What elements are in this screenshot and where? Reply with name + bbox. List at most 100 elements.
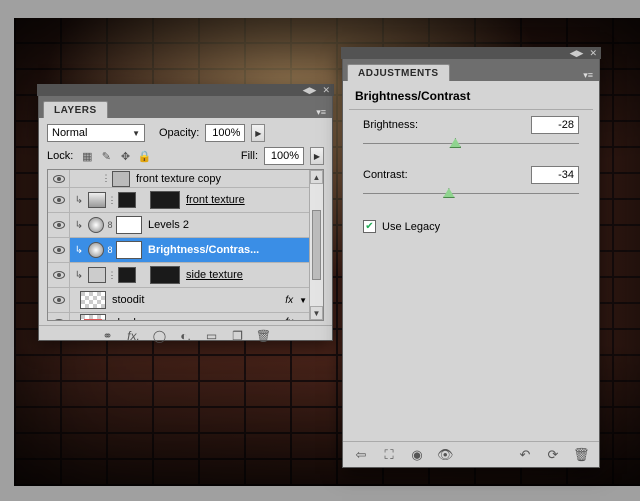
panel-menu-icon[interactable]: ▾≡ bbox=[577, 70, 599, 81]
layer-thumbnail bbox=[80, 291, 106, 309]
layer-mask-icon[interactable]: ◯ bbox=[152, 329, 168, 343]
layer-row[interactable]: shadow fx ▼ bbox=[48, 313, 323, 321]
smart-thumbnail bbox=[150, 266, 180, 284]
adjustment-icon bbox=[88, 242, 104, 258]
use-legacy-label: Use Legacy bbox=[382, 221, 440, 233]
fill-flyout[interactable]: ▶ bbox=[310, 147, 324, 165]
layer-name[interactable]: Levels 2 bbox=[148, 219, 189, 231]
panel-titlebar[interactable]: ◀▶ ✕ bbox=[341, 47, 601, 59]
fx-badge[interactable]: fx bbox=[285, 295, 297, 306]
layer-thumbnail bbox=[88, 192, 106, 208]
layers-panel: ◀▶ ✕ LAYERS ▾≡ Normal ▼ Opacity: 100% ▶ … bbox=[38, 85, 333, 341]
back-arrow-icon[interactable]: ⇦ bbox=[353, 447, 369, 463]
scroll-up-icon[interactable]: ▲ bbox=[310, 170, 323, 184]
panel-menu-icon[interactable]: ▾≡ bbox=[310, 107, 332, 118]
adjustment-title: Brightness/Contrast bbox=[343, 81, 599, 109]
visibility-toggle-icon[interactable]: 👁 bbox=[437, 447, 453, 463]
adjustments-panel: ◀▶ ✕ ADJUSTMENTS ▾≡ Brightness/Contrast … bbox=[342, 48, 600, 468]
brightness-label: Brightness: bbox=[363, 119, 531, 131]
layer-name[interactable]: stoodit bbox=[112, 294, 144, 306]
layer-row[interactable]: ↳ 8 Brightness/Contras... bbox=[48, 238, 323, 263]
scroll-thumb[interactable] bbox=[312, 210, 321, 280]
contrast-slider[interactable] bbox=[363, 188, 579, 200]
visibility-icon[interactable] bbox=[53, 319, 65, 322]
layer-name[interactable]: side texture bbox=[186, 269, 243, 281]
visibility-icon[interactable] bbox=[53, 196, 65, 204]
close-icon[interactable]: ✕ bbox=[322, 85, 330, 96]
lock-paint-icon[interactable]: ✎ bbox=[98, 148, 114, 164]
expand-icon[interactable]: ⛶ bbox=[381, 447, 397, 463]
link-layers-icon[interactable]: ⚭ bbox=[100, 329, 116, 343]
mask-thumbnail bbox=[118, 267, 136, 283]
panel-titlebar[interactable]: ◀▶ ✕ bbox=[37, 84, 334, 96]
checkbox-icon[interactable]: ✔ bbox=[363, 220, 376, 233]
collapse-icon[interactable]: ◀▶ bbox=[570, 48, 584, 59]
use-legacy-checkbox[interactable]: ✔ Use Legacy bbox=[343, 210, 599, 243]
blend-mode-select[interactable]: Normal ▼ bbox=[47, 124, 145, 142]
lock-label: Lock: bbox=[47, 150, 73, 162]
layer-row[interactable]: ↳ ⋮ front texture bbox=[48, 188, 323, 213]
layer-name[interactable]: front texture bbox=[186, 194, 245, 206]
layer-row[interactable]: ↳ 8 Levels 2 bbox=[48, 213, 323, 238]
scroll-down-icon[interactable]: ▼ bbox=[310, 306, 323, 320]
chevron-down-icon: ▼ bbox=[132, 129, 140, 138]
mask-thumbnail bbox=[116, 216, 142, 234]
opacity-input[interactable]: 100% bbox=[205, 124, 245, 142]
link-icon: ⋮ bbox=[102, 171, 110, 187]
layer-row[interactable]: ⋮ front texture copy bbox=[48, 170, 323, 188]
layer-name[interactable]: front texture copy bbox=[136, 173, 221, 185]
layer-thumbnail bbox=[80, 314, 106, 322]
brightness-slider[interactable] bbox=[363, 138, 579, 150]
contrast-label: Contrast: bbox=[363, 169, 531, 181]
smart-thumbnail bbox=[150, 191, 180, 209]
fill-label: Fill: bbox=[241, 150, 258, 162]
reset-icon[interactable]: ⟳ bbox=[545, 447, 561, 463]
link-icon: 8 bbox=[106, 217, 114, 233]
lock-position-icon[interactable]: ✥ bbox=[117, 148, 133, 164]
fill-input[interactable]: 100% bbox=[264, 147, 304, 165]
previous-state-icon[interactable]: ↶ bbox=[517, 447, 533, 463]
new-layer-icon[interactable]: ❐ bbox=[230, 329, 246, 343]
tab-adjustments[interactable]: ADJUSTMENTS bbox=[347, 64, 450, 81]
chevron-down-icon[interactable]: ▼ bbox=[299, 318, 307, 321]
layer-row[interactable]: ↳ ⋮ side texture bbox=[48, 263, 323, 288]
panel-tabs: LAYERS ▾≡ bbox=[39, 96, 332, 118]
chevron-down-icon[interactable]: ▼ bbox=[299, 296, 307, 305]
visibility-icon[interactable] bbox=[53, 246, 65, 254]
lock-transparency-icon[interactable]: ▦ bbox=[79, 148, 95, 164]
visibility-icon[interactable] bbox=[53, 221, 65, 229]
brightness-input[interactable]: -28 bbox=[531, 116, 579, 134]
opacity-flyout[interactable]: ▶ bbox=[251, 124, 265, 142]
layer-thumbnail bbox=[112, 171, 130, 187]
adjustments-bottombar: ⇦ ⛶ ◉ 👁 ↶ ⟳ 🗑 bbox=[343, 441, 599, 467]
panel-tabs: ADJUSTMENTS ▾≡ bbox=[343, 59, 599, 81]
fx-badge[interactable]: fx bbox=[285, 317, 297, 321]
link-icon: ⋮ bbox=[108, 267, 116, 283]
close-icon[interactable]: ✕ bbox=[589, 48, 597, 59]
clip-icon[interactable]: ◉ bbox=[409, 447, 425, 463]
visibility-icon[interactable] bbox=[53, 296, 65, 304]
link-icon: ⋮ bbox=[108, 192, 116, 208]
adjustment-layer-icon[interactable]: ◐. bbox=[178, 329, 194, 343]
scrollbar[interactable]: ▲ ▼ bbox=[309, 170, 323, 320]
lock-all-icon[interactable]: 🔒 bbox=[136, 148, 152, 164]
lock-buttons: ▦ ✎ ✥ 🔒 bbox=[79, 148, 152, 164]
link-icon: 8 bbox=[106, 242, 114, 258]
group-icon[interactable]: ▭ bbox=[204, 329, 220, 343]
tab-layers[interactable]: LAYERS bbox=[43, 101, 108, 118]
visibility-icon[interactable] bbox=[53, 175, 65, 183]
layer-name[interactable]: shadow bbox=[112, 317, 150, 322]
layers-bottombar: ⚭ fx. ◯ ◐. ▭ ❐ 🗑 bbox=[39, 325, 332, 345]
layer-name[interactable]: Brightness/Contras... bbox=[148, 244, 259, 256]
collapse-icon[interactable]: ◀▶ bbox=[303, 85, 317, 96]
layer-thumbnail bbox=[88, 267, 106, 283]
layer-row[interactable]: stoodit fx ▼ bbox=[48, 288, 323, 313]
delete-icon[interactable]: 🗑 bbox=[573, 447, 589, 463]
layer-style-icon[interactable]: fx. bbox=[126, 329, 142, 343]
delete-layer-icon[interactable]: 🗑 bbox=[256, 329, 272, 343]
blend-mode-value: Normal bbox=[52, 127, 87, 139]
visibility-icon[interactable] bbox=[53, 271, 65, 279]
opacity-label: Opacity: bbox=[159, 127, 199, 139]
contrast-input[interactable]: -34 bbox=[531, 166, 579, 184]
mask-thumbnail bbox=[116, 241, 142, 259]
